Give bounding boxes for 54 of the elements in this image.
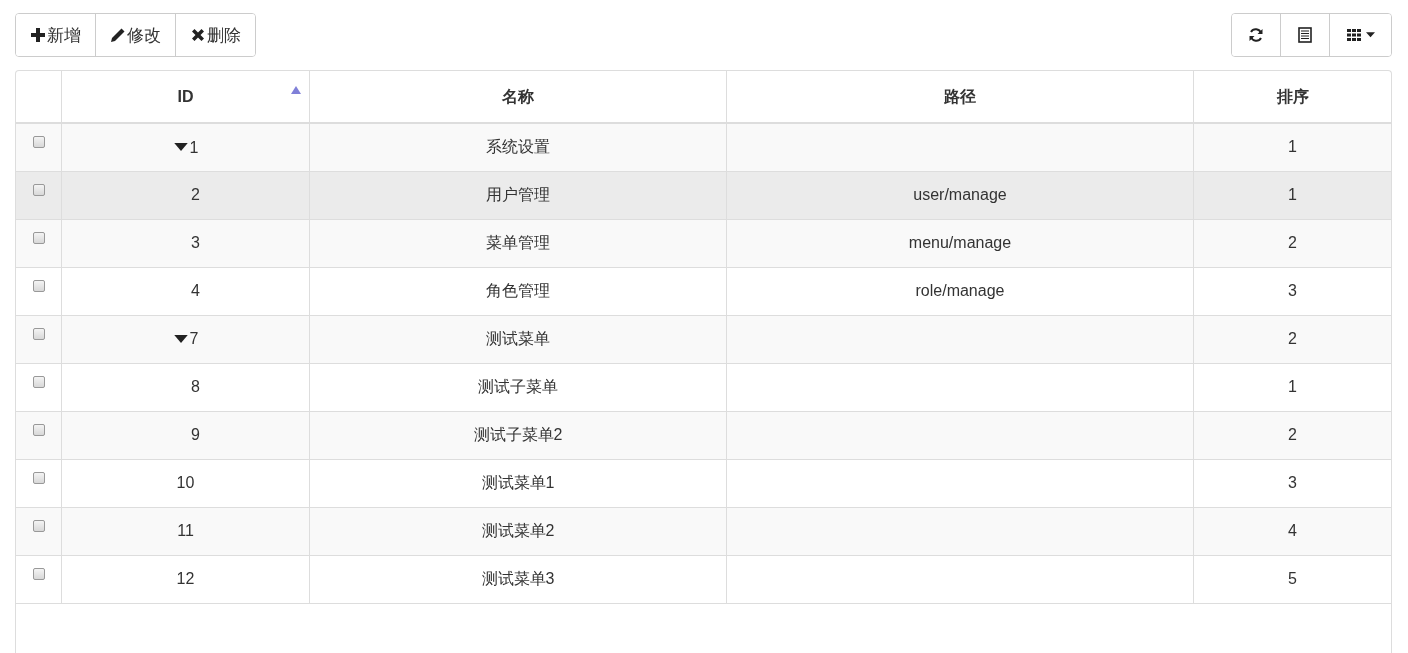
table-cell: 用户管理: [486, 186, 550, 203]
table-cell: 2: [1288, 330, 1297, 347]
plus-icon: [30, 27, 46, 43]
table-cell: 1: [1288, 138, 1297, 156]
close-icon: [190, 27, 206, 43]
table-cell: 1: [1288, 378, 1297, 395]
table-cell: 4: [1288, 522, 1297, 539]
refresh-icon: [1248, 27, 1264, 43]
row-checkbox[interactable]: [32, 136, 45, 148]
row-checkbox[interactable]: [32, 423, 45, 436]
toolbar-button[interactable]: 删除: [175, 14, 255, 56]
table-cell: 7: [189, 329, 199, 350]
table-cell: 1: [189, 137, 199, 158]
table-cell: 测试菜单3: [481, 570, 555, 587]
table-cell: 12: [176, 569, 195, 589]
row-checkbox[interactable]: [32, 231, 45, 244]
row-checkbox[interactable]: [32, 279, 45, 292]
table-cell: user/manage: [913, 186, 1007, 203]
table-cell: 测试菜单: [486, 330, 550, 347]
table-cell: 系统设置: [486, 138, 550, 156]
pencil-icon: [110, 27, 126, 43]
table-cell: 2: [191, 185, 200, 205]
table-cell: 11: [177, 521, 194, 541]
table-cell: 角色管理: [486, 282, 550, 299]
columns-button[interactable]: [1329, 14, 1391, 56]
row-checkbox[interactable]: [32, 471, 45, 484]
row-checkbox[interactable]: [32, 567, 45, 580]
table-cell: 1: [1288, 186, 1297, 203]
caret-down-icon[interactable]: [172, 334, 189, 344]
table-cell: 2: [1288, 426, 1297, 443]
table-cell: 2: [1288, 234, 1297, 251]
list-icon: [1297, 27, 1313, 43]
table-cell: 10: [176, 473, 195, 493]
table-cell: 3: [1288, 474, 1297, 491]
caret-icon: [1366, 32, 1375, 38]
table-cell: 3: [1288, 282, 1297, 299]
table-cell: 3: [191, 233, 200, 253]
table-cell: 菜单管理: [486, 234, 550, 251]
row-checkbox[interactable]: [32, 375, 45, 388]
table-cell: 9: [191, 425, 200, 445]
row-checkbox[interactable]: [32, 519, 45, 532]
row-checkbox[interactable]: [32, 327, 45, 340]
table-cell: 8: [191, 377, 200, 397]
table-cell: 4: [191, 281, 200, 301]
grid-icon: [1346, 27, 1362, 43]
table-cell: 测试子菜单: [478, 378, 558, 395]
row-checkbox[interactable]: [32, 183, 45, 196]
table-cell: 测试子菜单2: [473, 426, 563, 443]
table-cell: 测试菜单1: [481, 474, 555, 491]
table-cell: 测试菜单2: [481, 522, 555, 539]
caret-down-icon[interactable]: [172, 143, 189, 152]
table-cell: 5: [1288, 570, 1297, 587]
table-cell: role/manage: [915, 282, 1005, 299]
table-cell: menu/manage: [908, 234, 1012, 251]
